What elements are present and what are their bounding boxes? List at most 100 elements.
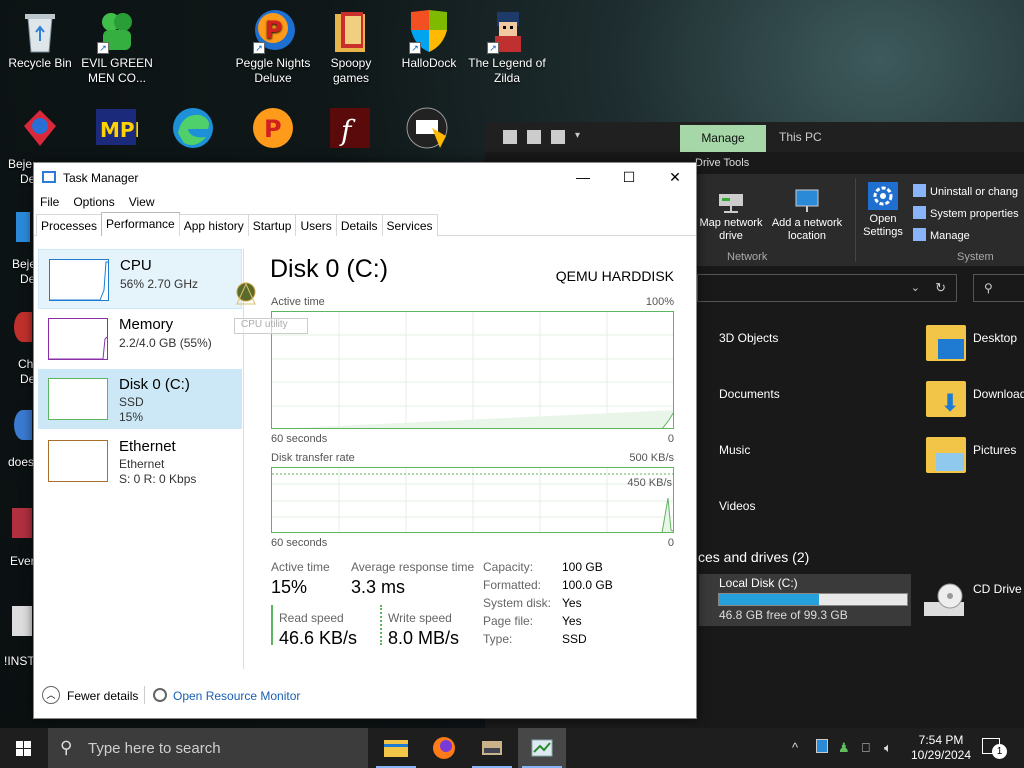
shortcut-app-icon[interactable] [404, 106, 450, 150]
tab-users[interactable]: Users [295, 214, 337, 236]
bejeweled-partial-icon[interactable] [16, 212, 30, 242]
menu-options[interactable]: Options [73, 192, 114, 212]
tab-startup[interactable]: Startup [247, 214, 297, 236]
window-title: Task Manager [63, 171, 139, 185]
devices-drives-header[interactable]: ces and drives (2) [698, 549, 809, 565]
avg-response-label: Average response time [351, 560, 475, 574]
app-partial-icon[interactable] [14, 410, 32, 440]
sidebar-item-disk[interactable]: Disk 0 (C:) SSD 15% [38, 369, 242, 429]
performance-sidebar: CPU 56% 2.70 GHz Memory 2.2/4.0 GB (55%)… [36, 249, 244, 669]
transfer-rate-plot [272, 468, 673, 532]
fewer-details-button[interactable]: Fewer details [67, 689, 138, 703]
flash-icon[interactable]: f [328, 106, 372, 150]
properties-icon[interactable] [527, 130, 541, 144]
chevron-down-icon[interactable]: ▾ [575, 130, 589, 144]
close-button[interactable]: ✕ [652, 163, 698, 192]
chevron-down-icon[interactable]: ⌄ [911, 281, 920, 294]
folder-icon [926, 437, 966, 473]
memory-thumbnail [48, 318, 108, 360]
svg-text:MPL: MPL [100, 118, 138, 142]
network-location-icon [792, 186, 822, 214]
tab-performance[interactable]: Performance [101, 212, 180, 236]
folder-downloads[interactable]: ⬇ Download [926, 381, 1024, 421]
add-network-location-button[interactable]: Add a network location [767, 186, 847, 243]
refresh-icon[interactable]: ↻ [935, 280, 946, 296]
sidebar-item-ethernet[interactable]: Ethernet Ethernet S: 0 R: 0 Kbps [38, 431, 242, 491]
taskbar-search[interactable]: ⚲ Type here to search [48, 728, 368, 768]
zilda-character-icon: ↗ [483, 8, 531, 54]
desktop-icon-label: EVIL GREEN MEN CO... [81, 56, 153, 85]
game-partial-icon[interactable] [12, 508, 32, 538]
tab-services[interactable]: Services [381, 214, 438, 236]
open-resource-monitor-link[interactable]: Open Resource Monitor [173, 689, 300, 703]
taskbar-app[interactable] [468, 728, 516, 768]
network-icon[interactable]: ⎕ [862, 740, 870, 756]
chevron-up-icon[interactable]: ︿ [42, 686, 60, 704]
uninstall-button[interactable]: Uninstall or chang [913, 184, 1018, 198]
desktop-icon-peggle[interactable]: P ↗ Peggle Nights Deluxe [233, 8, 313, 86]
tab-app-history[interactable]: App history [178, 214, 249, 236]
chevron-up-icon[interactable]: ^ [792, 740, 798, 755]
edge-icon[interactable] [170, 105, 216, 151]
address-bar[interactable]: ⌄ ↻ [697, 274, 957, 302]
clock[interactable]: 7:54 PM 10/29/2024 [908, 733, 974, 763]
notifications-icon[interactable]: 1 [982, 738, 1007, 759]
desktop-icon-evil-green-men[interactable]: ↗ EVIL GREEN MEN CO... [77, 8, 157, 86]
tab-processes[interactable]: Processes [36, 214, 103, 236]
local-disk-c[interactable]: Local Disk (C:) 46.8 GB free of 99.3 GB [699, 574, 911, 626]
task-manager-icon [531, 739, 553, 757]
sidebar-item-cpu[interactable]: CPU 56% 2.70 GHz [38, 249, 242, 309]
task-manager-footer: ︿ Fewer details Open Resource Monitor [34, 684, 696, 710]
open-settings-button[interactable]: Open Settings [858, 182, 908, 239]
desktop-icon-recycle-bin[interactable]: Recycle Bin [0, 8, 80, 71]
taskbar-task-manager[interactable] [518, 728, 566, 768]
window-title: This PC [779, 130, 822, 144]
desktop-icon-spoopy-games[interactable]: Spoopy games [311, 8, 391, 86]
mpl-icon[interactable]: MPL [94, 105, 148, 149]
read-speed-label: Read speed [279, 611, 344, 625]
taskbar-file-explorer[interactable] [372, 728, 420, 768]
folder-desktop[interactable]: Desktop [926, 325, 1024, 365]
installer-partial-icon[interactable] [12, 606, 32, 636]
desktop-icon-hallodock[interactable]: ↗ HalloDock [389, 8, 469, 71]
tab-details[interactable]: Details [335, 214, 383, 236]
minimize-button[interactable]: — [560, 163, 606, 192]
desktop-icon-label: Spoopy games [330, 56, 372, 85]
manage-button[interactable]: Manage [913, 228, 970, 242]
chess-partial-icon[interactable] [14, 312, 32, 342]
maximize-button[interactable]: ☐ [606, 163, 652, 192]
peggle-world-icon[interactable]: P [250, 105, 296, 151]
tab-manage[interactable]: Manage [680, 125, 766, 152]
type-value: SSD [562, 632, 587, 646]
taskbar-firefox[interactable] [420, 728, 468, 768]
computer-icon[interactable] [503, 130, 517, 144]
cd-drive[interactable]: CD Drive [973, 582, 1022, 596]
cpu-thumbnail [49, 259, 109, 301]
map-network-drive-button[interactable]: Map network drive [695, 186, 767, 243]
folder-pictures[interactable]: Pictures [926, 437, 1024, 477]
sidebar-item-memory[interactable]: Memory 2.2/4.0 GB (55%) [38, 309, 242, 369]
task-manager-window[interactable]: Task Manager — ☐ ✕ File Options View Pro… [33, 162, 697, 719]
volume-icon[interactable]: 🔈︎ [884, 740, 892, 756]
system-properties-button[interactable]: System properties [913, 206, 1019, 220]
taskbar: ⚲ Type here to search ^ ♟ ⎕ 🔈︎ 7:54 PM 1… [0, 728, 1024, 768]
battery-icon[interactable] [816, 739, 828, 753]
user-icon[interactable]: ♟ [838, 740, 850, 756]
search-box[interactable]: ⚲ [973, 274, 1024, 302]
drag-ghost-label: CPU utility [234, 318, 308, 334]
new-folder-icon[interactable] [551, 130, 565, 144]
svg-text:P: P [265, 16, 283, 44]
gear-icon [868, 182, 898, 210]
active-time-plot [272, 312, 673, 428]
ethernet-thumbnail [48, 440, 108, 482]
ribbon-divider [855, 178, 856, 262]
task-manager-titlebar[interactable]: Task Manager — ☐ ✕ [34, 163, 696, 192]
disk-title: Disk 0 (C:) [270, 255, 389, 283]
menu-view[interactable]: View [129, 192, 155, 212]
desktop-icon-legend-of-zilda[interactable]: ↗ The Legend of Zilda [467, 8, 547, 86]
menu-file[interactable]: File [40, 192, 59, 212]
notification-badge: 1 [992, 744, 1007, 759]
bejeweled-icon[interactable] [20, 108, 60, 148]
graph-time-span: 60 seconds [271, 433, 328, 445]
start-button[interactable] [0, 728, 48, 768]
